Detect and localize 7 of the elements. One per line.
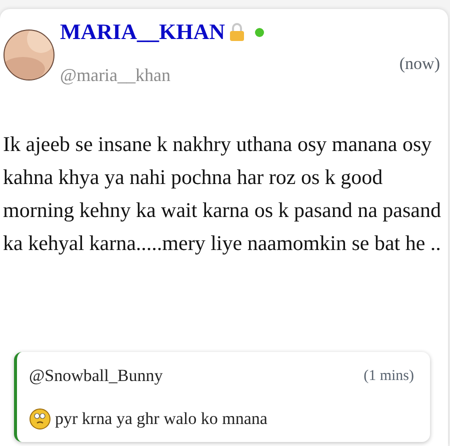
post-text: Ik ajeeb se insane k nakhry uthana osy manana osy kahna khya ya nahi pochna har roz os k good morning kehny ka wait karna os k pasand na pasand ka kehyal karna.....mery liye naamomkin se bat he .. xyxy=(3,131,442,257)
reply-text: pyr krna ya ghr walo ko mnana xyxy=(55,409,268,429)
smiley-icon xyxy=(29,408,51,430)
reply-time: (1 mins) xyxy=(364,368,414,384)
reply-handle[interactable]: @Snowball_Bunny xyxy=(29,366,163,386)
author-name[interactable]: MARIA__KHAN xyxy=(60,19,225,45)
post-time: (now) xyxy=(399,54,440,74)
